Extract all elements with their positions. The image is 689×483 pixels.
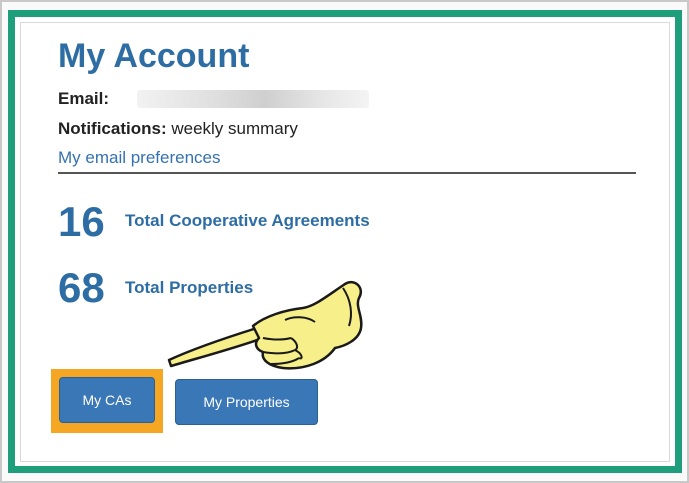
page-title: My Account	[58, 37, 250, 75]
email-preferences-link[interactable]: My email preferences	[58, 146, 221, 170]
properties-count: 68	[58, 264, 105, 311]
email-row: Email:	[58, 88, 109, 110]
notifications-value: weekly summary	[166, 119, 298, 138]
divider	[58, 172, 636, 174]
cooperative-agreements-label[interactable]: Total Cooperative Agreements	[125, 209, 370, 233]
cooperative-agreements-count: 16	[58, 198, 105, 245]
email-value-redacted	[137, 90, 369, 108]
pointing-hand-icon	[167, 281, 363, 370]
notifications-label: Notifications:	[58, 119, 167, 138]
my-properties-button[interactable]: My Properties	[175, 379, 318, 425]
my-cas-button[interactable]: My CAs	[59, 377, 155, 423]
email-label: Email:	[58, 89, 110, 108]
notifications-row: Notifications: weekly summary	[58, 118, 298, 140]
